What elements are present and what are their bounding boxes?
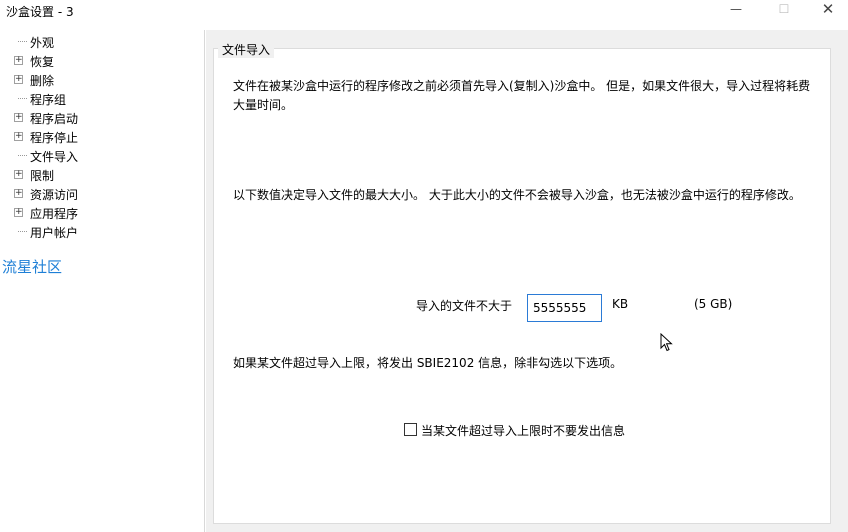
suppress-message-label[interactable]: 当某文件超过导入上限时不要发出信息 <box>421 422 625 439</box>
tree-item-program-start[interactable]: + 程序启动 <box>0 108 200 127</box>
group-title: 文件导入 <box>218 41 275 58</box>
tree-item-recovery[interactable]: + 恢复 <box>0 51 200 70</box>
expand-icon[interactable]: + <box>14 189 23 198</box>
tree-item-applications[interactable]: + 应用程序 <box>0 203 200 222</box>
watermark-text: 流星社区 <box>2 258 63 276</box>
expand-icon[interactable]: + <box>14 132 23 141</box>
tree-connector <box>18 98 27 99</box>
tree-item-user-accounts[interactable]: 用户帐户 <box>0 222 200 241</box>
expand-icon[interactable]: + <box>14 208 23 217</box>
max-size-input[interactable] <box>527 294 602 322</box>
suppress-message-checkbox[interactable] <box>404 423 417 436</box>
tree-item-label: 删除 <box>30 74 55 88</box>
tree-item-delete[interactable]: + 删除 <box>0 70 200 89</box>
close-button[interactable]: ✕ <box>808 0 848 20</box>
tree-item-resource-access[interactable]: + 资源访问 <box>0 184 200 203</box>
expand-icon[interactable]: + <box>14 170 23 179</box>
window-title: 沙盒设置 - 3 <box>6 5 74 19</box>
tree-connector <box>18 41 27 42</box>
tree-item-label: 资源访问 <box>30 188 79 202</box>
maximize-button[interactable]: ☐ <box>764 0 804 20</box>
tree-item-label: 程序停止 <box>30 131 79 145</box>
size-human-readable: (5 GB) <box>694 297 733 311</box>
expand-icon[interactable]: + <box>14 56 23 65</box>
mouse-pointer-icon <box>660 333 673 352</box>
max-size-description: 以下数值决定导入文件的最大大小。 大于此大小的文件不会被导入沙盒，也无法被沙盒中… <box>233 188 801 202</box>
file-import-group <box>213 48 831 524</box>
limit-message-description: 如果某文件超过导入上限，将发出 SBIE2102 信息，除非勾选以下选项。 <box>233 356 623 370</box>
tree-item-label: 恢复 <box>30 55 55 69</box>
max-size-label: 导入的文件不大于 <box>416 299 513 313</box>
tree-item-program-stop[interactable]: + 程序停止 <box>0 127 200 146</box>
tree-item-label: 限制 <box>30 169 55 183</box>
title-bar: 沙盒设置 - 3 — ☐ ✕ <box>0 0 848 22</box>
expand-icon[interactable]: + <box>14 113 23 122</box>
tree-item-label: 应用程序 <box>30 207 79 221</box>
import-description: 文件在被某沙盒中运行的程序修改之前必须首先导入(复制入)沙盒中。 但是，如果文件… <box>233 79 811 112</box>
tree-item-program-groups[interactable]: 程序组 <box>0 89 200 108</box>
tree-item-label: 用户帐户 <box>30 226 79 240</box>
tree-item-label: 程序启动 <box>30 112 79 126</box>
tree-item-restrictions[interactable]: + 限制 <box>0 165 200 184</box>
settings-tree[interactable]: 外观 + 恢复 + 删除 程序组 + 程序启动 + 程序停止 文件导入 + 限制… <box>0 30 205 532</box>
tree-item-label: 文件导入 <box>30 148 79 165</box>
minimize-button[interactable]: — <box>716 0 756 20</box>
expand-icon[interactable]: + <box>14 75 23 84</box>
tree-item-file-import[interactable]: 文件导入 <box>0 146 200 165</box>
size-unit-label: KB <box>612 297 629 311</box>
tree-connector <box>18 231 27 232</box>
tree-item-label: 程序组 <box>30 93 67 107</box>
tree-item-appearance[interactable]: 外观 <box>0 32 200 51</box>
tree-connector <box>18 155 27 156</box>
settings-panel: 文件导入 文件在被某沙盒中运行的程序修改之前必须首先导入(复制入)沙盒中。 但是… <box>206 30 848 532</box>
tree-item-label: 外观 <box>30 36 55 50</box>
